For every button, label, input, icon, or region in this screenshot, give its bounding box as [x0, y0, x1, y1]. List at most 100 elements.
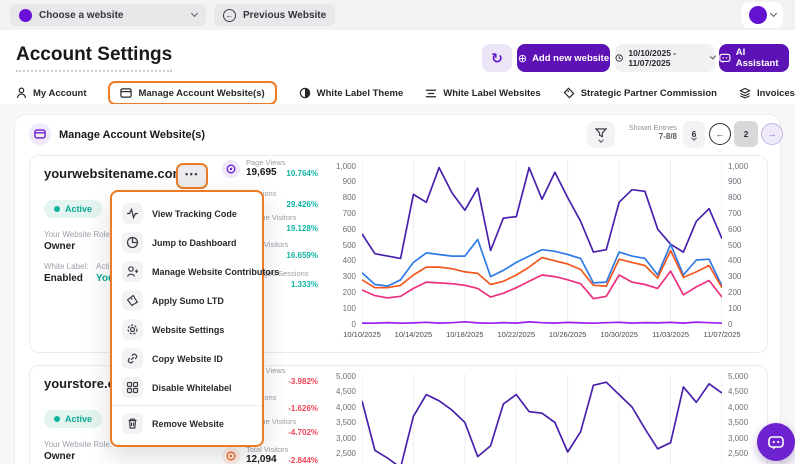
tab-label: Invoices: [757, 88, 795, 99]
refresh-button[interactable]: ↻: [482, 44, 512, 72]
chat-icon: [767, 434, 785, 451]
x-tick: 10/22/2025: [498, 330, 536, 339]
y-tick: 4,000: [728, 403, 748, 412]
y-tick: 2,500: [728, 449, 748, 458]
layers-icon: [739, 87, 751, 99]
plan-label: Acti: [96, 262, 109, 271]
chat-widget-button[interactable]: [757, 423, 795, 461]
add-new-website-label: Add new website: [532, 53, 609, 64]
website-logo-icon: [19, 9, 32, 22]
stat-change: 10.764%: [286, 169, 318, 178]
y-tick: 200: [728, 288, 741, 297]
y-tick: 1,000: [336, 162, 356, 171]
menu-item-website-settings[interactable]: Website Settings: [112, 315, 262, 344]
tab-manage-account-websites[interactable]: Manage Account Website(s): [108, 81, 276, 105]
page-size-select[interactable]: 6: [683, 121, 705, 148]
tab-strategic-partner-commission[interactable]: Strategic Partner Commission: [563, 87, 717, 99]
stat-change: 29.426%: [286, 200, 318, 209]
x-axis: 10/10/202510/14/202510/18/202510/22/2025…: [330, 330, 766, 342]
y-tick: 5,000: [728, 372, 748, 381]
y-tick: 400: [728, 256, 741, 265]
menu-item-jump-to-dashboard[interactable]: Jump to Dashboard: [112, 228, 262, 257]
status-dot-icon: [54, 206, 60, 212]
menu-item-disable-whitelabel[interactable]: Disable Whitelabel: [112, 373, 262, 402]
status-dot-icon: [54, 416, 60, 422]
role-label: Your Website Role:: [44, 440, 112, 449]
link-icon: [122, 348, 143, 369]
previous-website-button[interactable]: ← Previous Website: [214, 4, 335, 26]
y-tick: 100: [343, 304, 356, 313]
stat-change: 16.659%: [286, 251, 318, 260]
role-value: Owner: [44, 451, 75, 462]
traffic-chart-yourwebsitename: 01002003004005006007008009001,0000100200…: [330, 158, 766, 342]
menu-item-manage-website-contributors[interactable]: Manage Website Contributors: [112, 257, 262, 286]
pagination: ← 2 →: [709, 121, 783, 147]
y-tick: 500: [728, 241, 741, 250]
status-label: Active: [65, 414, 92, 424]
chevron-down-icon: [598, 137, 604, 143]
website-name: yourwebsitename.com: [44, 166, 184, 181]
current-page[interactable]: 2: [734, 121, 758, 147]
shown-entries-value: 7-8/8: [619, 132, 677, 141]
stat-change: -2.844%: [288, 456, 318, 464]
x-tick: 10/10/2025: [343, 330, 381, 339]
chart-plot: [362, 158, 722, 328]
tab-white-label-theme[interactable]: White Label Theme: [299, 87, 404, 99]
y-tick: 100: [728, 304, 741, 313]
chevron-down-icon: [191, 10, 198, 17]
arrow-right-icon: →: [768, 129, 777, 139]
trash-icon: [122, 413, 143, 434]
y-tick: 4,500: [336, 387, 356, 396]
plus-circle-icon: ⊕: [518, 52, 527, 65]
tab-white-label-websites[interactable]: White Label Websites: [425, 88, 540, 99]
tab-my-account[interactable]: My Account: [16, 87, 86, 99]
status-badge: Active: [44, 200, 102, 218]
choose-website-label: Choose a website: [39, 10, 123, 21]
date-range-picker[interactable]: 10/10/2025 - 11/07/2025: [615, 44, 715, 72]
stat-change: 1.333%: [291, 280, 318, 289]
y-tick: 3,000: [728, 434, 748, 443]
y-tick: 200: [343, 288, 356, 297]
chevron-down-icon: [710, 53, 717, 60]
choose-website-dropdown[interactable]: Choose a website: [10, 4, 206, 26]
ai-assistant-button[interactable]: AI Assistant: [719, 44, 789, 72]
y-tick: 5,000: [336, 372, 356, 381]
x-tick: 10/30/2025: [600, 330, 638, 339]
y-tick: 900: [343, 177, 356, 186]
x-tick: 11/07/2025: [704, 330, 741, 339]
grid-icon: [122, 377, 143, 398]
menu-item-view-tracking-code[interactable]: View Tracking Code: [112, 199, 262, 228]
stat-page-views: Page Views 19,695 10.764%: [220, 158, 320, 184]
stat-change: -3.982%: [288, 377, 318, 386]
date-range-label: 10/10/2025 - 11/07/2025: [628, 48, 705, 68]
x-tick: 10/18/2025: [446, 330, 484, 339]
y-tick: 2,500: [336, 449, 356, 458]
ai-assistant-label: AI Assistant: [736, 47, 789, 69]
menu-item-remove-website[interactable]: Remove Website: [112, 409, 262, 438]
y-tick: 300: [343, 272, 356, 281]
page-title: Account Settings: [16, 44, 172, 72]
menu-item-apply-sumo-ltd[interactable]: Apply Sumo LTD: [112, 286, 262, 315]
account-settings-page: Choose a website ← Previous Website Acco…: [0, 0, 795, 464]
y-tick: 800: [343, 193, 356, 202]
tag-icon: [122, 290, 143, 311]
menu-item-copy-website-id[interactable]: Copy Website ID: [112, 344, 262, 373]
next-page-button[interactable]: →: [761, 123, 783, 145]
page-views-icon: [222, 160, 240, 178]
y-tick: 600: [728, 225, 741, 234]
gear-icon: [122, 319, 143, 340]
browser-icon: [120, 87, 132, 99]
previous-page-button[interactable]: ←: [709, 123, 731, 145]
y-axis-right: 01002003004005006007008009001,000: [722, 158, 756, 328]
tab-invoices[interactable]: Invoices: [739, 87, 795, 99]
add-new-website-button[interactable]: ⊕ Add new website: [517, 44, 610, 72]
user-avatar-menu[interactable]: [741, 2, 783, 28]
refresh-icon: ↻: [491, 50, 503, 67]
tab-label: Manage Account Website(s): [138, 88, 264, 99]
website-actions-button[interactable]: •••: [176, 163, 208, 189]
white-label-value: Enabled: [44, 273, 83, 284]
filter-button[interactable]: [587, 121, 615, 148]
user-plus-icon: [122, 261, 143, 282]
y-tick: 1,000: [728, 162, 748, 171]
arrow-left-circle-icon: ←: [223, 9, 236, 22]
